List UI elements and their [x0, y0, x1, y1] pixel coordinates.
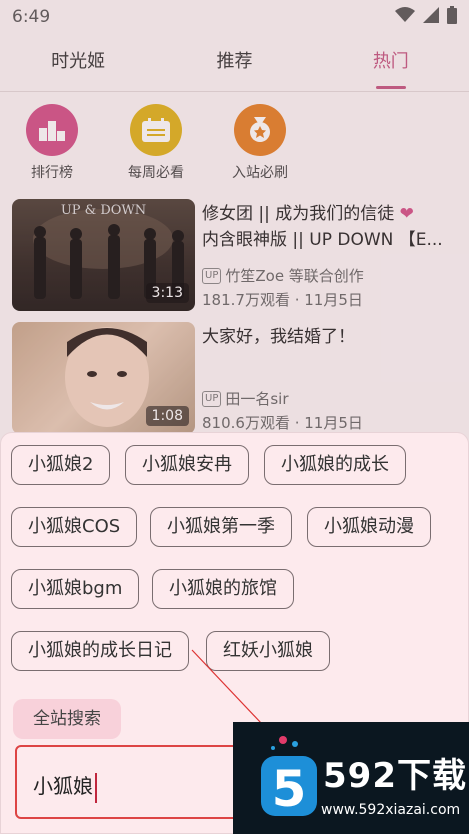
watermark-logo: 5 592下载 www.592xiazai.com	[233, 722, 469, 834]
search-input-value: 小狐娘	[33, 774, 93, 798]
suggestion-chip[interactable]: 小狐娘2	[11, 445, 111, 485]
suggestion-chip[interactable]: 小狐娘COS	[11, 507, 138, 547]
suggestion-chip[interactable]: 小狐娘动漫	[307, 507, 431, 547]
site-search-button[interactable]: 全站搜索	[13, 699, 121, 739]
suggestion-chip[interactable]: 红妖小狐娘	[206, 631, 330, 671]
watermark-text: 592下载	[323, 756, 467, 796]
suggestion-chip[interactable]: 小狐娘的成长	[264, 445, 406, 485]
text-caret	[95, 772, 97, 803]
suggestion-chip[interactable]: 小狐娘第一季	[150, 507, 292, 547]
svg-text:5: 5	[272, 760, 307, 818]
suggestion-chip[interactable]: 小狐娘bgm	[11, 569, 140, 609]
suggestion-chip[interactable]: 小狐娘的成长日记	[11, 631, 189, 671]
suggestion-chip[interactable]: 小狐娘安冉	[125, 445, 249, 485]
watermark-url: www.592xiazai.com	[321, 802, 461, 818]
watermark-badge-icon: 5	[261, 736, 317, 818]
suggestion-chip[interactable]: 小狐娘的旅馆	[152, 569, 294, 609]
